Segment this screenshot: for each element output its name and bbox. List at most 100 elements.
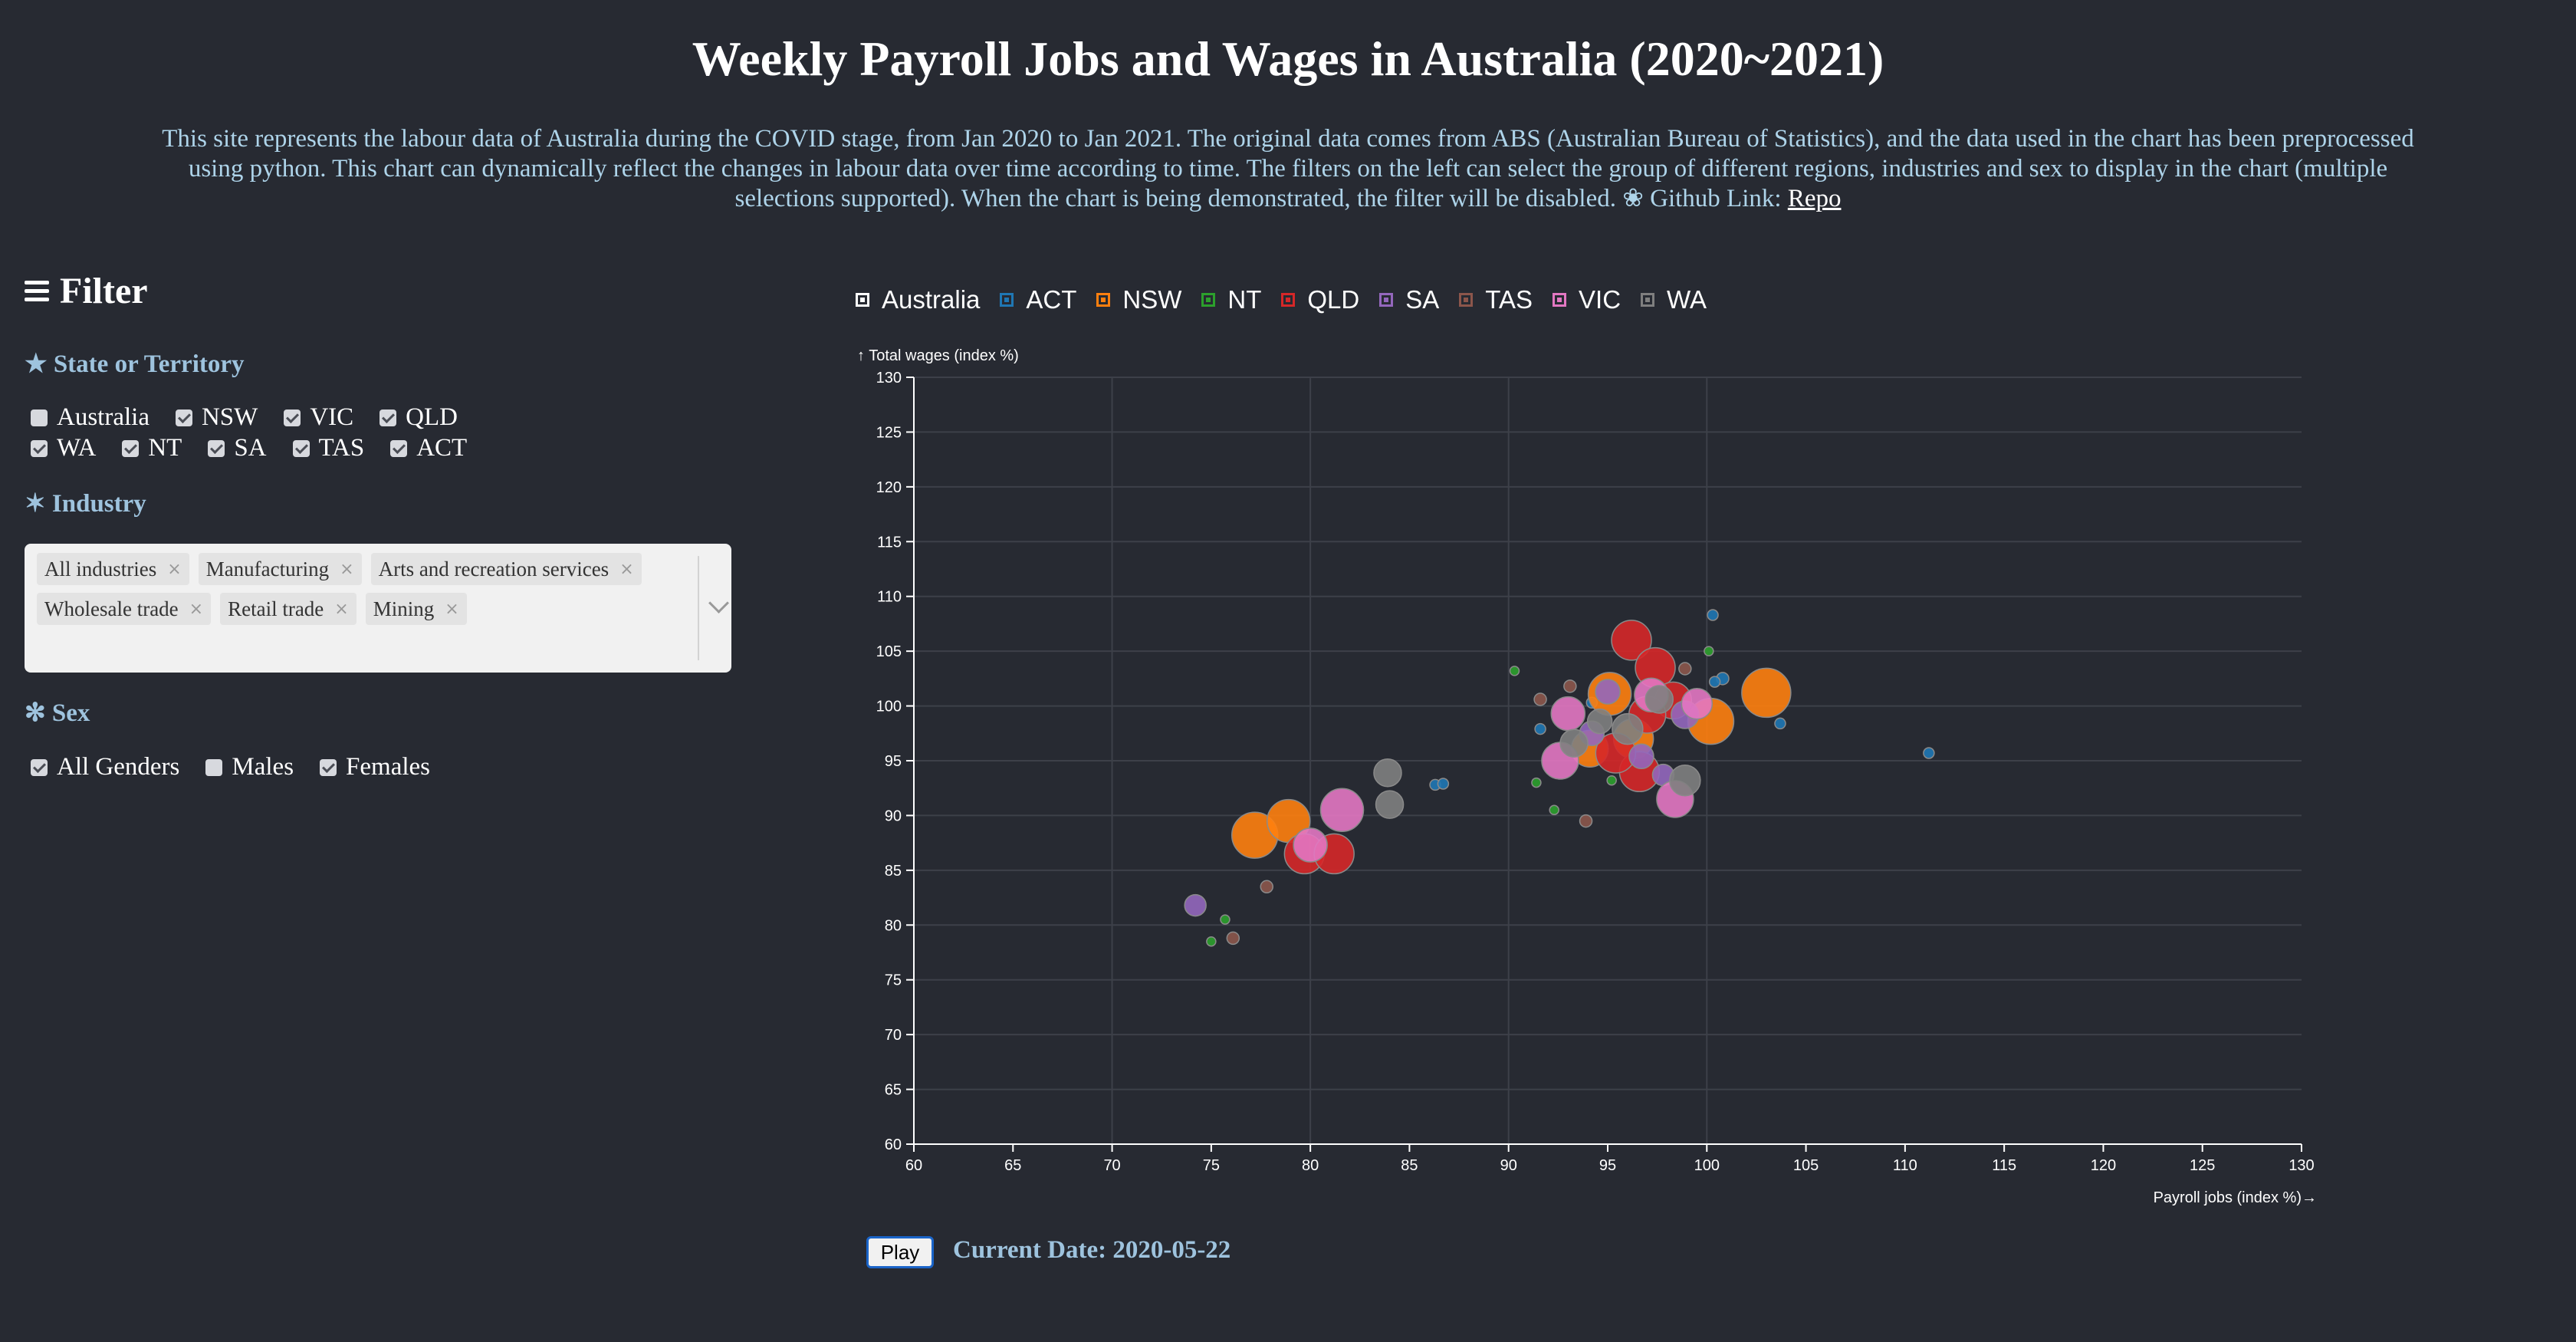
remove-tag-icon[interactable]: × xyxy=(189,600,203,619)
y-tick-label: 105 xyxy=(876,643,902,660)
data-point-vic xyxy=(1681,687,1714,720)
data-point-sa xyxy=(1595,679,1621,705)
repo-link[interactable]: Repo xyxy=(1788,185,1842,212)
legend-item-nt[interactable]: NT xyxy=(1201,285,1261,314)
sex-checkbox-all-genders[interactable]: All Genders xyxy=(31,753,179,781)
data-point-wa xyxy=(1559,729,1589,758)
y-tick-label: 120 xyxy=(876,479,902,496)
data-point-wa xyxy=(1373,758,1402,788)
data-point-tas xyxy=(1678,662,1692,676)
data-point-act xyxy=(1923,747,1935,759)
y-tick-label: 80 xyxy=(885,917,902,934)
data-point-wa xyxy=(1612,712,1644,745)
y-tick-label: 75 xyxy=(885,972,902,989)
state-checkbox-vic[interactable]: VIC xyxy=(284,403,353,432)
checkbox-label: QLD xyxy=(406,403,458,431)
checkbox-box[interactable] xyxy=(175,409,192,426)
checkbox-label: SA xyxy=(234,434,267,462)
legend-item-vic[interactable]: VIC xyxy=(1552,285,1621,314)
sex-checkbox-males[interactable]: Males xyxy=(205,753,294,781)
checkbox-label: NT xyxy=(148,434,182,462)
remove-tag-icon[interactable]: × xyxy=(334,600,348,619)
checkbox-box[interactable] xyxy=(31,409,48,426)
legend-label: NSW xyxy=(1122,285,1182,314)
state-checkbox-tas[interactable]: TAS xyxy=(292,434,364,462)
industry-multiselect[interactable]: All industries × Manufacturing × Arts and re… xyxy=(25,544,731,673)
sex-checkbox-females[interactable]: Females xyxy=(320,753,430,781)
checkbox-label: Australia xyxy=(57,403,150,431)
state-checkbox-sa[interactable]: SA xyxy=(208,434,267,462)
filter-heading: Filter xyxy=(25,270,148,312)
state-checkbox-nt[interactable]: NT xyxy=(122,434,182,462)
data-point-nt xyxy=(1606,775,1617,786)
state-checkbox-nsw[interactable]: NSW xyxy=(175,403,258,432)
legend-label: TAS xyxy=(1485,285,1533,314)
legend-item-wa[interactable]: WA xyxy=(1641,285,1707,314)
x-tick-label: 65 xyxy=(1004,1157,1021,1174)
data-point-vic xyxy=(1293,827,1328,863)
data-point-nt xyxy=(1509,666,1520,676)
legend-swatch xyxy=(1201,293,1216,307)
legend-label: ACT xyxy=(1026,285,1077,314)
remove-tag-icon[interactable]: × xyxy=(445,600,458,619)
checkbox-label: Females xyxy=(346,753,431,781)
checkbox-box[interactable] xyxy=(205,758,223,776)
legend-item-tas[interactable]: TAS xyxy=(1459,285,1533,314)
checkbox-label: ACT xyxy=(416,434,468,462)
checkbox-box[interactable] xyxy=(292,439,310,457)
data-point-act xyxy=(1774,717,1786,730)
industry-tag: Retail trade × xyxy=(220,593,356,625)
sex-section-title: ✻ Sex xyxy=(25,699,90,727)
checkbox-label: Males xyxy=(232,753,294,781)
state-checkbox-row: WA NT SA TAS ACT xyxy=(31,434,467,462)
legend-item-qld[interactable]: QLD xyxy=(1281,285,1359,314)
chart-legend: Australia ACT NSW NT QLD SA TAS VIC WA xyxy=(856,285,1707,314)
legend-item-sa[interactable]: SA xyxy=(1379,285,1439,314)
checkbox-box[interactable] xyxy=(320,758,337,776)
menu-icon xyxy=(25,276,49,306)
x-tick-label: 85 xyxy=(1401,1157,1418,1174)
y-tick-label: 125 xyxy=(876,424,902,441)
y-tick-label: 60 xyxy=(885,1136,902,1153)
checkbox-label: NSW xyxy=(201,403,258,431)
state-checkbox-qld[interactable]: QLD xyxy=(380,403,458,432)
x-tick-label: 75 xyxy=(1203,1157,1220,1174)
data-point-act xyxy=(1534,722,1546,735)
state-checkbox-wa[interactable]: WA xyxy=(31,434,96,462)
data-point-wa xyxy=(1375,790,1405,819)
x-tick-label: 110 xyxy=(1893,1157,1917,1174)
data-point-nt xyxy=(1531,777,1542,788)
remove-tag-icon[interactable]: × xyxy=(340,560,353,579)
data-point-nt xyxy=(1206,936,1217,947)
remove-tag-icon[interactable]: × xyxy=(619,560,633,579)
legend-item-australia[interactable]: Australia xyxy=(856,285,980,314)
legend-swatch xyxy=(1641,293,1655,307)
legend-item-nsw[interactable]: NSW xyxy=(1096,285,1181,314)
checkbox-label: VIC xyxy=(310,403,354,431)
industry-tag-label: Retail trade xyxy=(228,597,324,620)
remove-tag-icon[interactable]: × xyxy=(167,560,181,579)
checkbox-box[interactable] xyxy=(380,409,397,426)
state-checkbox-row: Australia NSW VIC QLD xyxy=(31,403,458,432)
data-point-act xyxy=(1707,609,1719,621)
filter-title: Filter xyxy=(60,271,148,311)
industry-tag-label: Mining xyxy=(373,597,435,620)
legend-label: VIC xyxy=(1579,285,1622,314)
checkbox-box[interactable] xyxy=(122,439,140,457)
chevron-down-icon[interactable] xyxy=(708,593,729,613)
checkbox-box[interactable] xyxy=(31,439,48,457)
legend-swatch xyxy=(1459,293,1474,307)
play-button[interactable]: Play xyxy=(866,1236,934,1268)
page-title: Weekly Payroll Jobs and Wages in Austral… xyxy=(692,31,1884,86)
x-tick-label: 90 xyxy=(1500,1157,1517,1174)
y-tick-label: 115 xyxy=(877,534,902,551)
checkbox-box[interactable] xyxy=(284,409,301,426)
checkbox-box[interactable] xyxy=(208,439,225,457)
state-checkbox-act[interactable]: ACT xyxy=(390,434,467,462)
industry-tag: Mining × xyxy=(365,593,467,625)
legend-item-act[interactable]: ACT xyxy=(1000,285,1076,314)
legend-swatch xyxy=(1552,293,1567,307)
checkbox-box[interactable] xyxy=(390,439,408,457)
state-checkbox-australia[interactable]: Australia xyxy=(31,403,150,432)
checkbox-box[interactable] xyxy=(31,758,48,776)
